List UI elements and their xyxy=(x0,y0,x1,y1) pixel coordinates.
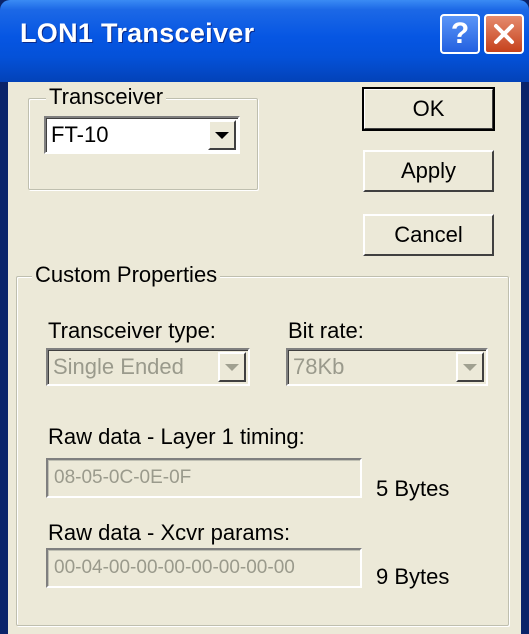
cancel-button[interactable]: Cancel xyxy=(363,214,494,256)
transceiver-type-value: Single Ended xyxy=(53,354,184,379)
dialog-body: Transceiver FT-10 OK Apply Cancel Custom… xyxy=(8,82,521,634)
chevron-down-icon xyxy=(215,131,229,139)
close-icon xyxy=(494,24,514,44)
custom-properties-legend: Custom Properties xyxy=(32,262,221,288)
transceiver-group-legend: Transceiver xyxy=(46,84,167,110)
transceiver-type-select[interactable]: Single Ended xyxy=(46,348,250,386)
layer1-size-label: 5 Bytes xyxy=(376,476,450,501)
chevron-down-icon xyxy=(225,363,239,371)
layer1-timing-field[interactable]: 08-05-0C-0E-0F xyxy=(46,458,362,498)
close-button[interactable] xyxy=(484,14,524,54)
window-title: LON1 Transceiver xyxy=(20,18,255,48)
ok-button[interactable]: OK xyxy=(362,87,495,131)
bit-rate-dropdown-button[interactable] xyxy=(456,352,484,382)
title-bar[interactable]: LON1 Transceiver ? xyxy=(0,0,529,82)
dialog-window: LON1 Transceiver ? Transceiver FT-10 OK … xyxy=(0,0,529,634)
ok-button-label: OK xyxy=(412,96,445,121)
xcvr-params-label: Raw data - Xcvr params: xyxy=(48,520,291,545)
help-button[interactable]: ? xyxy=(440,14,480,54)
transceiver-type-label: Transceiver type: xyxy=(48,318,216,343)
cancel-button-label: Cancel xyxy=(394,222,463,247)
bit-rate-value: 78Kb xyxy=(293,354,345,379)
layer1-timing-label: Raw data - Layer 1 timing: xyxy=(48,424,305,449)
bit-rate-select[interactable]: 78Kb xyxy=(286,348,488,386)
transceiver-select-value: FT-10 xyxy=(51,122,109,147)
transceiver-type-dropdown-button[interactable] xyxy=(218,352,246,382)
xcvr-params-value: 00-04-00-00-00-00-00-00-00 xyxy=(54,557,295,578)
help-icon: ? xyxy=(450,17,470,50)
apply-button-label: Apply xyxy=(400,158,457,183)
apply-button[interactable]: Apply xyxy=(363,150,494,192)
chevron-down-icon xyxy=(463,363,477,371)
xcvr-size-label: 9 Bytes xyxy=(376,564,450,589)
transceiver-select[interactable]: FT-10 xyxy=(44,116,240,154)
layer1-timing-value: 08-05-0C-0E-0F xyxy=(54,467,192,488)
bit-rate-label: Bit rate: xyxy=(288,318,364,343)
xcvr-params-field[interactable]: 00-04-00-00-00-00-00-00-00 xyxy=(46,548,362,588)
transceiver-dropdown-button[interactable] xyxy=(208,120,236,150)
